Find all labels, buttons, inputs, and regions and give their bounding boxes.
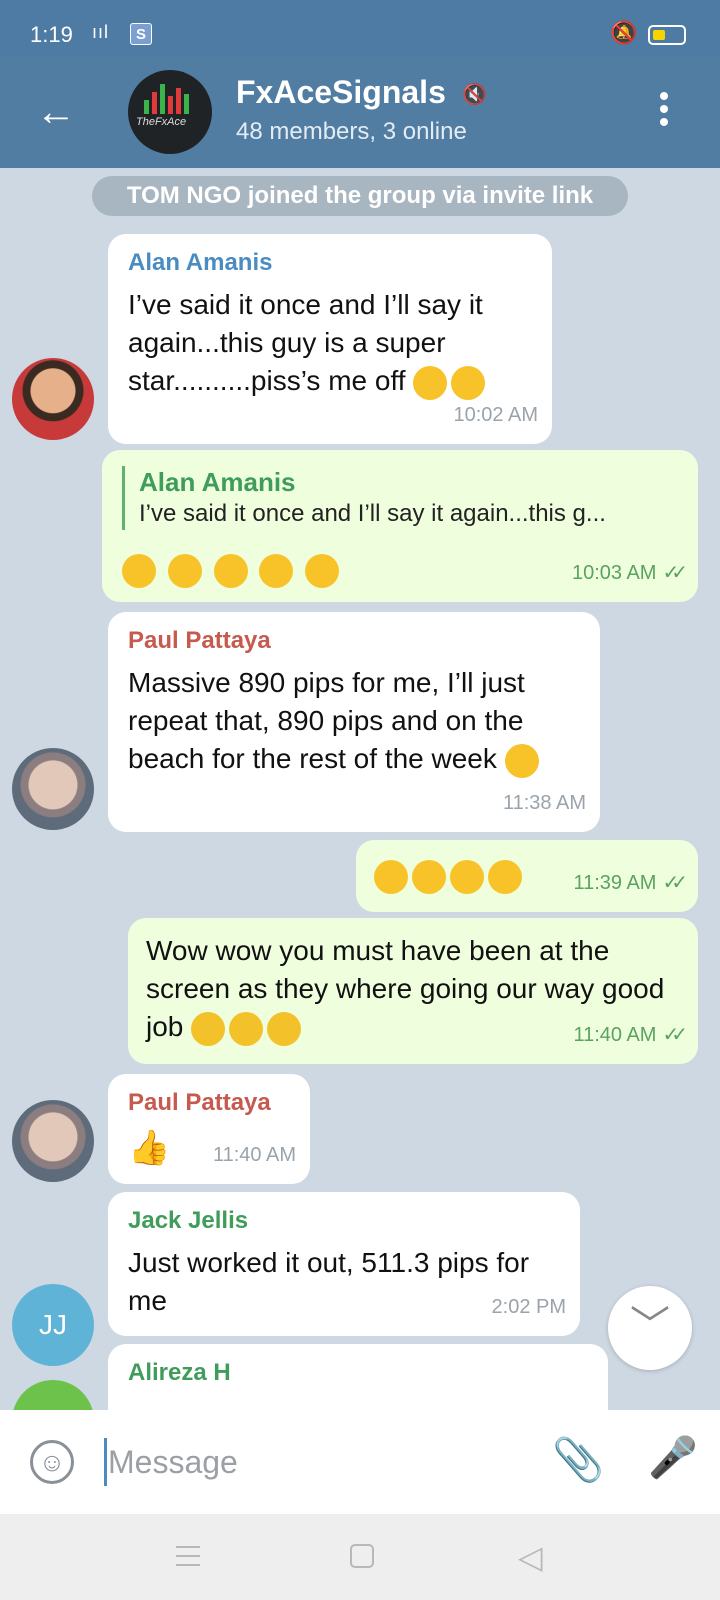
- avatar-alan-amanis[interactable]: [12, 358, 94, 440]
- money-mouth-emoji-icon: [229, 1011, 264, 1046]
- logo-text: TheFxAce: [136, 116, 187, 128]
- reply-quote[interactable]: Alan Amanis I’ve said it once and I’ll s…: [122, 466, 678, 530]
- message-sender[interactable]: Paul Pattaya: [128, 1088, 290, 1118]
- scroll-down-button[interactable]: ﹀: [608, 1286, 692, 1370]
- message-time: 11:38 AM: [502, 792, 586, 814]
- read-checkmarks-icon: ✓✓: [662, 562, 687, 584]
- laughing-tears-emoji-icon: [413, 365, 448, 400]
- message-sender[interactable]: Paul Pattaya: [128, 626, 580, 656]
- chat-area[interactable]: TOM NGO joined the group via invite link…: [0, 168, 720, 1410]
- status-time: 1:19: [30, 22, 73, 47]
- message-time-text: 11:40 AM: [573, 1024, 657, 1046]
- message-time-text: 10:03 AM: [571, 562, 657, 584]
- text-caret: [104, 1438, 107, 1486]
- status-bar: 1:19 ııl S 🔕: [0, 0, 720, 56]
- muted-speaker-icon: 🔇: [462, 84, 487, 106]
- candlestick-logo-icon: [142, 84, 198, 114]
- app-badge-icon: S: [130, 23, 152, 45]
- microphone-icon[interactable]: 🎤: [648, 1434, 698, 1481]
- message-bubble[interactable]: Alireza H: [108, 1344, 608, 1410]
- laughing-tears-emoji-icon: [259, 553, 294, 588]
- signal-icon: ııl: [92, 22, 110, 42]
- message-bubble[interactable]: Paul Pattaya 👍 11:40 AM: [108, 1074, 310, 1184]
- read-checkmarks-icon: ✓✓: [662, 1024, 687, 1046]
- system-navigation-bar: ◁: [0, 1514, 720, 1600]
- avatar-paul-pattaya[interactable]: [12, 1100, 94, 1182]
- message-time: 11:40 AM ✓✓: [573, 1016, 687, 1054]
- message-sender[interactable]: Alireza H: [128, 1358, 588, 1388]
- laughing-tears-emoji-icon: [451, 365, 486, 400]
- message-sender[interactable]: Alan Amanis: [128, 248, 532, 278]
- winking-tongue-emoji-icon: [412, 859, 446, 894]
- message-time-text: 11:39 AM: [573, 872, 657, 894]
- more-options-icon[interactable]: [660, 92, 670, 131]
- message-bubble[interactable]: Alan Amanis I’ve said it once and I’ll s…: [108, 234, 552, 444]
- group-avatar[interactable]: TheFxAce: [128, 70, 212, 154]
- group-title[interactable]: FxAceSignals: [236, 74, 446, 111]
- winking-tongue-emoji-icon: [374, 859, 408, 894]
- home-icon[interactable]: [350, 1544, 374, 1568]
- laughing-tears-emoji-icon: [122, 553, 156, 588]
- winking-tongue-emoji-icon: [488, 859, 522, 894]
- message-bubble-outgoing[interactable]: Alan Amanis I’ve said it once and I’ll s…: [102, 450, 698, 602]
- laughing-tears-emoji-icon: [167, 553, 202, 588]
- message-time: 10:03 AM ✓✓: [571, 554, 688, 592]
- avatar-paul-pattaya[interactable]: [12, 748, 94, 830]
- message-input[interactable]: [108, 1436, 528, 1488]
- message-bubble-outgoing[interactable]: 11:39 AM ✓✓: [356, 840, 698, 912]
- battery-icon: [648, 25, 686, 45]
- message-time: 11:40 AM: [212, 1144, 296, 1166]
- laughing-tears-emoji-icon: [213, 553, 248, 588]
- message-composer: ☺ 📎 🎤: [0, 1410, 720, 1514]
- message-bubble[interactable]: Paul Pattaya Massive 890 pips for me, I’…: [108, 612, 600, 832]
- message-bubble[interactable]: Jack Jellis Just worked it out, 511.3 pi…: [108, 1192, 580, 1336]
- reply-sender: Alan Amanis: [139, 467, 296, 497]
- chat-header: ← TheFxAce FxAceSignals 🔇 48 members, 3 …: [0, 56, 720, 168]
- recent-apps-icon[interactable]: [176, 1546, 200, 1573]
- group-subtitle: 48 members, 3 online: [236, 118, 467, 145]
- reply-text: I’ve said it once and I’ll say it again.…: [139, 500, 606, 527]
- money-mouth-emoji-icon: [191, 1011, 226, 1046]
- winking-tongue-emoji-icon: [450, 859, 484, 894]
- message-text: Just worked it out, 511.3 pips for me: [128, 1247, 530, 1316]
- message-sender[interactable]: Jack Jellis: [128, 1206, 560, 1236]
- avatar-alireza-h[interactable]: AH: [12, 1380, 94, 1410]
- emoji-button-icon[interactable]: ☺: [30, 1440, 74, 1484]
- service-message: TOM NGO joined the group via invite link: [92, 176, 628, 216]
- money-mouth-emoji-icon: [267, 1011, 302, 1046]
- mute-notifications-icon: 🔕: [610, 20, 638, 45]
- message-time: 2:02 PM: [491, 1296, 566, 1318]
- attach-paperclip-icon[interactable]: 📎: [552, 1436, 604, 1485]
- laughing-tears-emoji-icon: [305, 553, 340, 588]
- avatar-jack-jellis[interactable]: JJ: [12, 1284, 94, 1366]
- message-bubble-outgoing[interactable]: Wow wow you must have been at the screen…: [128, 918, 698, 1064]
- smiling-face-emoji-icon: [504, 743, 539, 778]
- read-checkmarks-icon: ✓✓: [662, 872, 687, 894]
- message-time: 10:02 AM: [453, 404, 538, 426]
- back-triangle-icon[interactable]: ◁: [518, 1538, 543, 1576]
- back-arrow-icon[interactable]: ←: [36, 92, 76, 132]
- message-time: 11:39 AM ✓✓: [573, 864, 687, 902]
- message-text: Massive 890 pips for me, I’ll just repea…: [128, 667, 525, 774]
